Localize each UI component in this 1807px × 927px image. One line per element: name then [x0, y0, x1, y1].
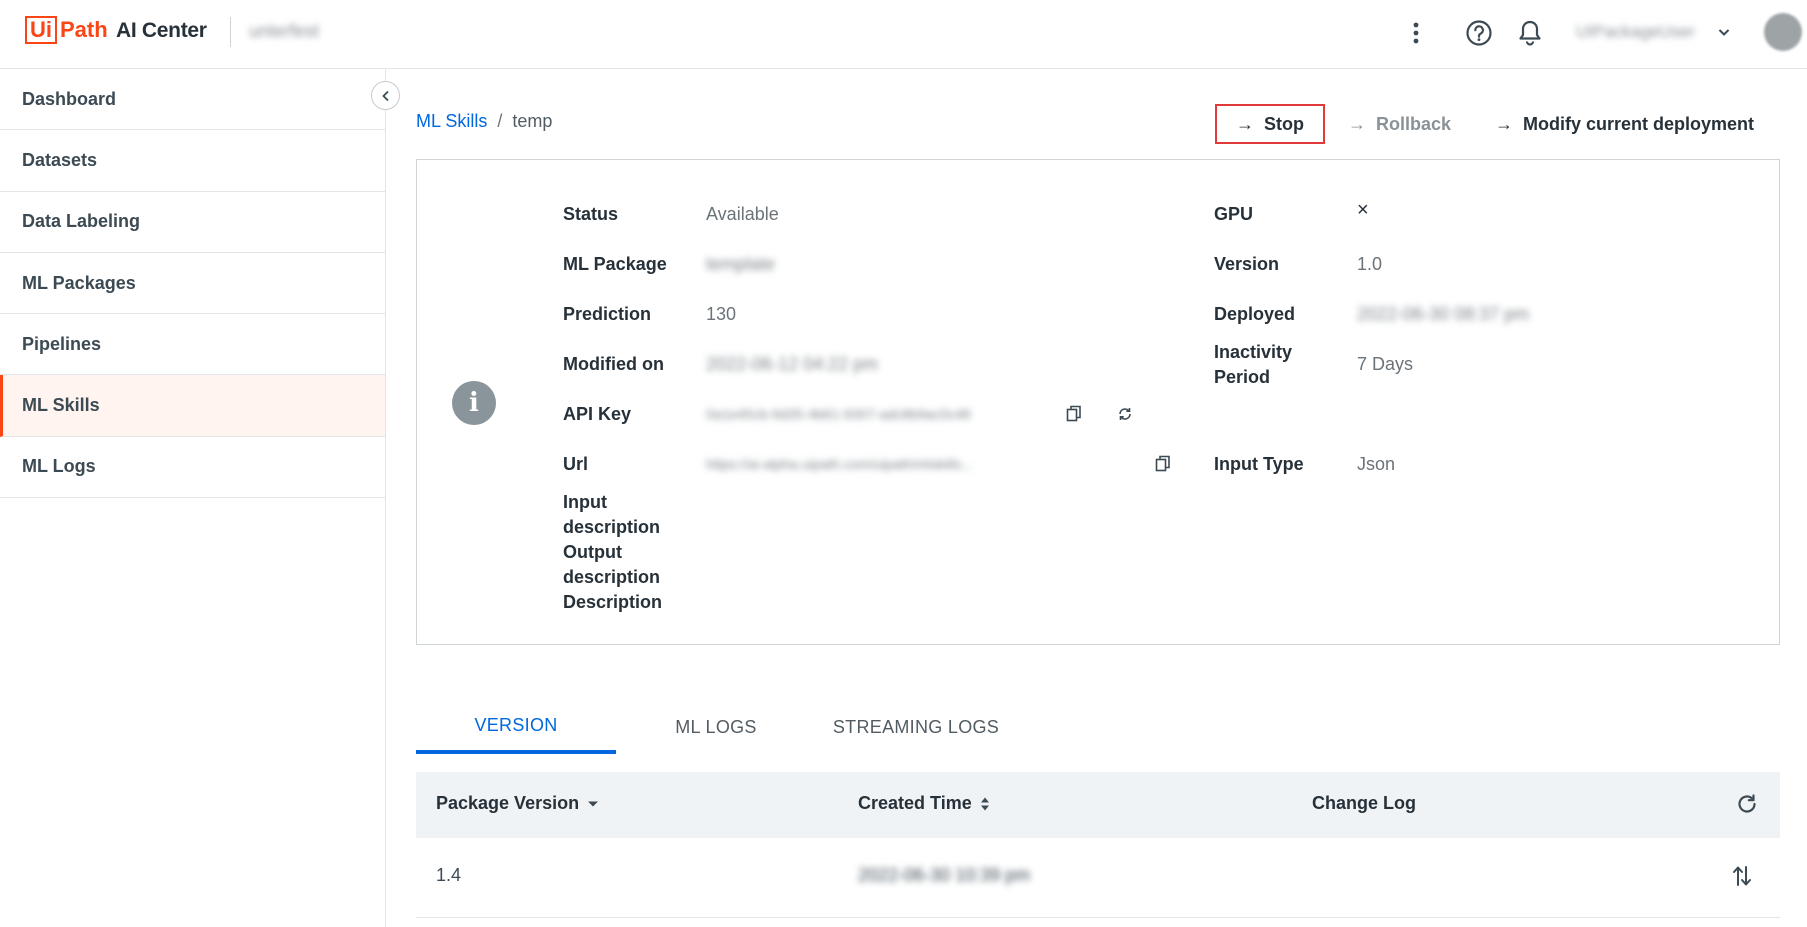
- stop-button[interactable]: → Stop: [1215, 104, 1325, 144]
- created-time-cell: 2022-06-30 10:39 pm: [858, 865, 1031, 885]
- input-type-value: Json: [1357, 454, 1396, 474]
- breadcrumb-ml-skills-link[interactable]: ML Skills: [416, 111, 487, 132]
- top-header: Ui Path AI Center unterfest UIPackageUse…: [0, 0, 1807, 69]
- user-name[interactable]: UIPackageUser: [1576, 22, 1695, 42]
- collapse-sidebar-button[interactable]: [371, 81, 400, 110]
- url-label: Url: [563, 454, 589, 474]
- logo-ui-mark: Ui: [25, 16, 57, 44]
- column-header-package-version[interactable]: Package Version: [436, 793, 599, 814]
- input-description-label: Input description: [563, 492, 661, 537]
- sidebar-item-datasets[interactable]: Datasets: [0, 130, 385, 192]
- sidebar-item-label: ML Logs: [22, 456, 96, 477]
- rollback-button[interactable]: → Rollback: [1348, 104, 1451, 144]
- sort-down-icon: [588, 801, 599, 806]
- versions-table-header: Package Version Created Time Change Log: [416, 772, 1780, 838]
- info-icon: i: [452, 381, 496, 425]
- uipath-logo[interactable]: Ui Path: [25, 16, 108, 44]
- arrow-right-icon: →: [1348, 113, 1366, 134]
- chevron-left-icon: [381, 90, 389, 101]
- modify-deployment-button[interactable]: → Modify current deployment: [1495, 104, 1754, 144]
- url-value: https://ai-alpha.uipath.com/uipath/mlski…: [706, 456, 973, 472]
- description-label: Description: [563, 592, 663, 612]
- output-description-label: Output description: [563, 542, 661, 587]
- rollback-label: Rollback: [1376, 113, 1452, 134]
- sidebar-item-data-labeling[interactable]: Data Labeling: [0, 192, 385, 253]
- tab-version[interactable]: VERSION: [416, 700, 616, 754]
- sidebar-item-pipelines[interactable]: Pipelines: [0, 314, 385, 376]
- sidebar-item-ml-logs[interactable]: ML Logs: [0, 437, 385, 499]
- column-header-created-time[interactable]: Created Time: [858, 793, 990, 814]
- column-header-label: Package Version: [436, 793, 580, 813]
- inactivity-period-label: Inactivity Period: [1214, 342, 1293, 387]
- sidebar-item-ml-packages[interactable]: ML Packages: [0, 253, 385, 315]
- tab-streaming-logs[interactable]: STREAMING LOGS: [816, 700, 1016, 754]
- deployed-label: Deployed: [1214, 304, 1296, 324]
- version-label: Version: [1214, 254, 1280, 274]
- sort-icon: [980, 797, 989, 810]
- sidebar-item-dashboard[interactable]: Dashboard: [0, 69, 385, 131]
- column-header-label: Created Time: [858, 793, 972, 813]
- arrow-right-icon: →: [1495, 113, 1513, 134]
- package-version-cell: 1.4: [436, 865, 462, 885]
- swap-versions-icon[interactable]: [1731, 865, 1753, 887]
- sidebar-item-label: Dashboard: [22, 88, 117, 109]
- sidebar-item-label: ML Skills: [22, 395, 100, 416]
- breadcrumb: ML Skills / temp: [416, 111, 552, 132]
- product-name: AI Center: [116, 19, 207, 42]
- copy-icon[interactable]: [1152, 453, 1174, 475]
- avatar[interactable]: [1764, 13, 1802, 51]
- gpu-value-close-icon: ×: [1357, 199, 1369, 221]
- chevron-down-icon[interactable]: [1716, 24, 1732, 40]
- breadcrumb-separator: /: [497, 111, 503, 131]
- sidebar-item-label: Data Labeling: [22, 211, 141, 232]
- bell-icon[interactable]: [1514, 17, 1546, 49]
- api-key-value: 0a1e45cb-9d35-4b61-9307-adc8b9ac0c48: [706, 406, 971, 422]
- input-type-label: Input Type: [1214, 454, 1304, 474]
- version-value: 1.0: [1357, 254, 1383, 274]
- detail-tabs: VERSION ML LOGS STREAMING LOGS: [416, 700, 1780, 754]
- gpu-label: GPU: [1214, 204, 1254, 224]
- sidebar: Dashboard Datasets Data Labeling ML Pack…: [0, 69, 386, 927]
- column-header-label: Change Log: [1312, 793, 1416, 813]
- copy-icon[interactable]: [1063, 403, 1085, 425]
- modify-label: Modify current deployment: [1523, 113, 1755, 134]
- stop-label: Stop: [1264, 113, 1304, 134]
- breadcrumb-current: temp: [512, 111, 553, 131]
- deployed-value: 2022-06-30 08:37 pm: [1357, 304, 1530, 324]
- header-divider: [230, 17, 231, 47]
- tenant-name[interactable]: unterfest: [249, 21, 319, 42]
- sidebar-item-label: ML Packages: [22, 272, 136, 293]
- logo-path-text: Path: [60, 17, 108, 42]
- prediction-label: Prediction: [563, 304, 652, 324]
- ml-package-label: ML Package: [563, 254, 667, 274]
- inactivity-period-value: 7 Days: [1357, 354, 1414, 374]
- ml-package-value: template: [706, 254, 776, 274]
- sidebar-item-label: Datasets: [22, 149, 98, 170]
- modified-on-label: Modified on: [563, 354, 664, 374]
- status-label: Status: [563, 204, 619, 224]
- tab-ml-logs[interactable]: ML LOGS: [616, 700, 816, 754]
- sidebar-item-ml-skills[interactable]: ML Skills: [0, 375, 385, 437]
- modified-on-value: 2022-06-12 04:22 pm: [706, 354, 879, 374]
- more-vertical-icon[interactable]: [1400, 17, 1432, 49]
- help-circle-icon[interactable]: [1463, 17, 1495, 49]
- prediction-value: 130: [706, 304, 737, 324]
- refresh-icon[interactable]: [1736, 793, 1758, 815]
- skill-details-card: i Status Available ML Package template P…: [416, 159, 1780, 645]
- status-value: Available: [706, 204, 779, 224]
- refresh-icon[interactable]: [1114, 403, 1136, 425]
- column-header-change-log: Change Log: [1312, 793, 1416, 814]
- api-key-label: API Key: [563, 404, 632, 424]
- sidebar-item-label: Pipelines: [22, 333, 102, 354]
- arrow-right-icon: →: [1236, 113, 1254, 134]
- table-row[interactable]: 1.4 2022-06-30 10:39 pm: [416, 838, 1780, 918]
